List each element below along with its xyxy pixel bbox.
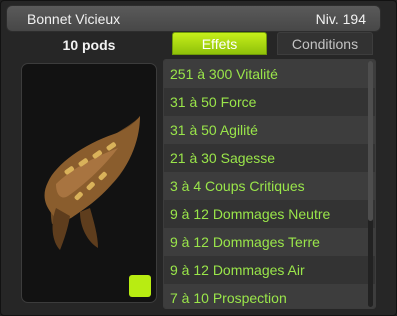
effects-scrollbar[interactable] bbox=[368, 61, 373, 307]
tab-conditions[interactable]: Conditions bbox=[277, 32, 373, 55]
tab-effets[interactable]: Effets bbox=[172, 32, 267, 55]
item-weight: 10 pods bbox=[62, 37, 116, 53]
effect-row: 7 à 10 Prospection bbox=[164, 284, 375, 308]
item-tooltip-panel: Bonnet Vicieux Niv. 194 10 pods Effets C… bbox=[0, 0, 397, 316]
effect-row: 9 à 12 Dommages Terre bbox=[164, 228, 375, 256]
scroll-thumb[interactable] bbox=[368, 61, 373, 221]
title-bar: Bonnet Vicieux Niv. 194 bbox=[6, 5, 381, 32]
effect-row: 3 à 4 Coups Critiques bbox=[164, 172, 375, 200]
effects-list: 251 à 300 Vitalité 31 à 50 Force 31 à 50… bbox=[163, 59, 376, 309]
item-level: Niv. 194 bbox=[315, 11, 366, 27]
effect-row: 9 à 12 Dommages Neutre bbox=[164, 200, 375, 228]
hat-icon bbox=[44, 116, 141, 250]
effect-row: 31 à 50 Agilité bbox=[164, 116, 375, 144]
effect-row: 9 à 12 Dommages Air bbox=[164, 256, 375, 284]
recipe-button[interactable] bbox=[129, 275, 151, 297]
effect-row: 251 à 300 Vitalité bbox=[164, 60, 375, 88]
effect-row: 31 à 50 Force bbox=[164, 88, 375, 116]
item-preview bbox=[21, 63, 157, 303]
effect-row: 21 à 30 Sagesse bbox=[164, 144, 375, 172]
item-name: Bonnet Vicieux bbox=[27, 11, 121, 27]
